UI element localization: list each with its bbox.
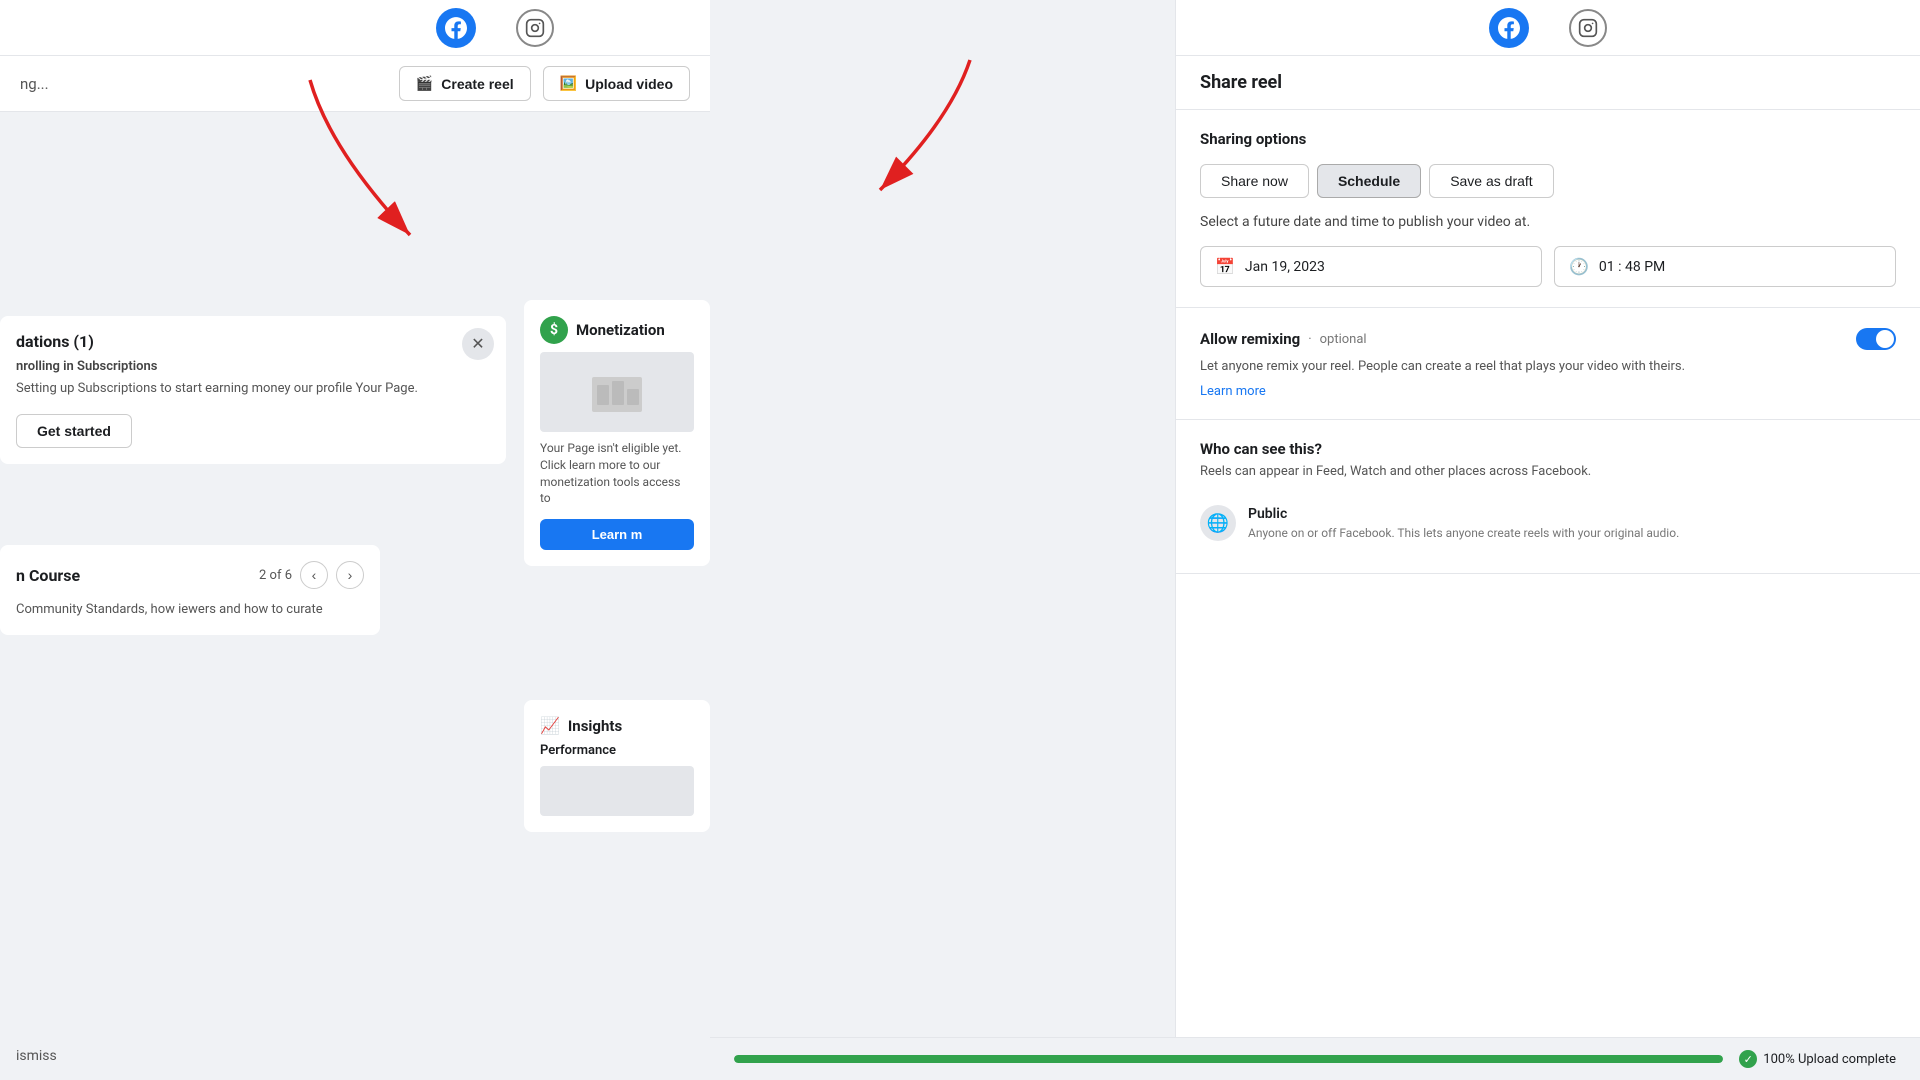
check-icon: ✓ [1739,1050,1757,1068]
globe-icon: 🌐 [1200,505,1236,541]
facebook-icon-right[interactable] [1489,8,1529,48]
course-counter: 2 of 6 [259,568,292,583]
progress-track [734,1055,1723,1063]
monetization-card: $ Monetization Your Page isn't eligible … [524,300,710,566]
audience-desc: Anyone on or off Facebook. This lets any… [1248,526,1679,540]
learn-more-link[interactable]: Learn more [1200,384,1896,399]
who-title: Who can see this? [1200,440,1896,458]
close-button[interactable]: ✕ [462,328,494,360]
remixing-toggle[interactable] [1856,328,1896,350]
date-value: Jan 19, 2023 [1245,259,1325,275]
recommendations-title: dations (1) [16,332,490,351]
facebook-icon[interactable] [436,8,476,48]
remixing-title: Allow remixing [1200,330,1300,348]
course-title: n Course [16,566,80,585]
audience-text: Public Anyone on or off Facebook. This l… [1248,506,1679,541]
remixing-title-row: Allow remixing · optional [1200,330,1367,348]
create-reel-button[interactable]: 🎬 Create reel [399,66,531,101]
get-started-button[interactable]: Get started [16,414,132,448]
sharing-options-label: Sharing options [1200,130,1896,148]
monetization-header: $ Monetization [540,316,694,344]
course-prev-button[interactable]: ‹ [300,561,328,589]
schedule-button[interactable]: Schedule [1317,164,1421,198]
calendar-icon: 📅 [1215,257,1235,276]
recommendations-card: dations (1) ✕ nrolling in Subscriptions … [0,316,506,464]
save-as-draft-button[interactable]: Save as draft [1429,164,1554,198]
dismiss-text[interactable]: ismiss [16,1048,57,1064]
course-next-button[interactable]: › [336,561,364,589]
remixing-section: Allow remixing · optional Let anyone rem… [1176,308,1920,420]
sharing-buttons: Share now Schedule Save as draft [1200,164,1896,198]
performance-label: Performance [540,743,694,758]
progress-text: ✓ 100% Upload complete [1739,1050,1896,1068]
instagram-icon[interactable] [516,9,554,47]
insights-card: 📈 Insights Performance [524,700,710,832]
course-nav: 2 of 6 ‹ › [259,561,364,589]
upload-video-icon: 🖼️ [560,75,577,92]
action-buttons: 🎬 Create reel 🖼️ Upload video [399,66,690,101]
monetization-title: Monetization [576,321,665,339]
monetization-image [540,352,694,432]
date-time-row: 📅 Jan 19, 2023 🕐 01 : 48 PM [1200,246,1896,287]
insights-header: 📈 Insights [540,716,694,735]
progress-fill [734,1055,1723,1063]
create-reel-icon: 🎬 [416,75,433,92]
time-value: 01 : 48 PM [1599,259,1665,275]
learn-more-button[interactable]: Learn m [540,519,694,550]
progress-label: 100% Upload complete [1763,1052,1896,1067]
insights-icon: 📈 [540,716,560,735]
time-input[interactable]: 🕐 01 : 48 PM [1554,246,1896,287]
monetization-desc: Your Page isn't eligible yet. Click lear… [540,440,694,507]
rec-desc: Setting up Subscriptions to start earnin… [16,380,490,398]
optional-badge: · [1308,332,1311,347]
right-panel: Share reel Sharing options Share now Sch… [1175,0,1920,1080]
audience-name: Public [1248,506,1679,522]
dollar-icon: $ [540,316,568,344]
date-input[interactable]: 📅 Jan 19, 2023 [1200,246,1542,287]
right-top-bar [1176,0,1920,56]
who-desc: Reels can appear in Feed, Watch and othe… [1200,464,1896,479]
sharing-options-section: Sharing options Share now Schedule Save … [1176,110,1920,308]
clock-icon: 🕐 [1569,257,1589,276]
course-card: n Course 2 of 6 ‹ › Community Standards,… [0,545,380,635]
middle-area [710,56,1185,1026]
top-bar-left [0,0,710,56]
loading-text: ng... [20,75,49,93]
share-now-button[interactable]: Share now [1200,164,1309,198]
action-bar: ng... 🎬 Create reel 🖼️ Upload video [0,56,710,112]
upload-video-button[interactable]: 🖼️ Upload video [543,66,690,101]
audience-option[interactable]: 🌐 Public Anyone on or off Facebook. This… [1200,493,1896,553]
schedule-desc: Select a future date and time to publish… [1200,214,1896,230]
instagram-icon-right[interactable] [1569,9,1607,47]
insights-title: Insights [568,717,622,735]
remixing-header: Allow remixing · optional [1200,328,1896,350]
performance-chart [540,766,694,816]
share-reel-title: Share reel [1176,56,1920,110]
upload-progress-bar: ✓ 100% Upload complete [710,1037,1920,1080]
course-header: n Course 2 of 6 ‹ › [16,561,364,589]
rec-subtitle: nrolling in Subscriptions [16,359,490,374]
optional-text: optional [1320,332,1367,347]
remixing-desc: Let anyone remix your reel. People can c… [1200,358,1896,376]
course-desc: Community Standards, how iewers and how … [16,601,364,619]
who-can-see-section: Who can see this? Reels can appear in Fe… [1176,420,1920,574]
